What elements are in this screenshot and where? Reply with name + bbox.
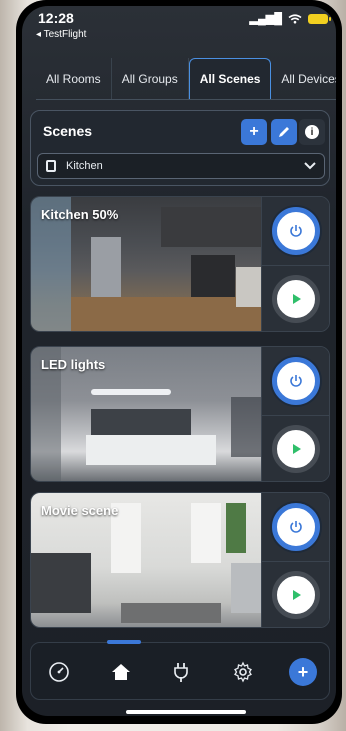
tab-all-groups[interactable]: All Groups <box>112 58 189 99</box>
edit-scenes-button[interactable] <box>271 119 297 145</box>
control-divider <box>262 415 329 416</box>
scene-controls <box>261 197 329 331</box>
scene-title: Movie scene <box>41 503 119 518</box>
info-button[interactable]: i <box>299 119 325 145</box>
plug-icon <box>174 663 188 682</box>
bottom-navigation: + <box>30 640 330 700</box>
nav-dashboard-button[interactable] <box>45 658 73 686</box>
power-button[interactable] <box>272 503 320 551</box>
play-scene-button[interactable] <box>272 571 320 619</box>
play-icon <box>293 590 301 600</box>
gauge-icon <box>49 662 69 682</box>
power-icon <box>290 375 302 387</box>
scene-title: LED lights <box>41 357 106 372</box>
power-button[interactable] <box>272 357 320 405</box>
scene-title: Kitchen 50% <box>41 207 119 222</box>
scene-controls <box>261 347 329 481</box>
scene-card[interactable]: LED lights <box>30 346 330 482</box>
home-icon <box>112 664 130 680</box>
tab-all-rooms[interactable]: All Rooms <box>36 58 112 99</box>
nav-devices-button[interactable] <box>167 658 195 686</box>
play-scene-button[interactable] <box>272 425 320 473</box>
nav-settings-button[interactable] <box>229 658 257 686</box>
power-button[interactable] <box>272 207 320 255</box>
info-icon: i <box>305 125 319 139</box>
scene-card[interactable]: Kitchen 50% <box>30 196 330 332</box>
add-scene-button[interactable]: + <box>241 119 267 145</box>
selected-room-label: Kitchen <box>66 160 103 172</box>
tab-all-devices[interactable]: All Devices <box>271 58 336 99</box>
signal-icon: ▂▄▆█ <box>249 13 282 25</box>
tab-all-scenes[interactable]: All Scenes <box>188 58 272 99</box>
add-icon: + <box>289 658 317 686</box>
power-icon <box>290 225 302 237</box>
phone-frame: 12:28 ◂ TestFlight ▂▄▆█ All Rooms All Gr… <box>16 0 342 724</box>
home-indicator[interactable] <box>126 710 246 714</box>
top-tab-bar: All Rooms All Groups All Scenes All Devi… <box>36 58 336 100</box>
active-tab-indicator <box>107 640 141 644</box>
status-time: 12:28 <box>38 10 74 26</box>
pencil-icon <box>279 127 289 137</box>
power-icon <box>290 521 302 533</box>
room-select-dropdown[interactable]: Kitchen <box>37 153 325 179</box>
status-bar: 12:28 ◂ TestFlight ▂▄▆█ <box>22 6 336 48</box>
status-icons: ▂▄▆█ <box>249 12 331 25</box>
play-icon <box>293 444 301 454</box>
chevron-down-icon <box>304 159 316 173</box>
nav-home-button[interactable] <box>107 658 135 686</box>
scene-controls <box>261 493 329 627</box>
control-divider <box>262 265 329 266</box>
play-icon <box>293 294 301 304</box>
gear-icon <box>234 661 252 683</box>
scenes-title: Scenes <box>43 123 93 139</box>
play-scene-button[interactable] <box>272 275 320 323</box>
nav-add-button[interactable]: + <box>289 658 317 686</box>
scene-card[interactable]: Movie scene <box>30 492 330 628</box>
door-icon <box>46 160 56 172</box>
app-screen: 12:28 ◂ TestFlight ▂▄▆█ All Rooms All Gr… <box>22 6 336 716</box>
control-divider <box>262 561 329 562</box>
wifi-icon <box>288 13 302 23</box>
back-to-app-link[interactable]: ◂ TestFlight <box>36 29 86 40</box>
battery-icon <box>308 13 331 24</box>
scenes-header-panel: Scenes + i Kitchen <box>30 110 330 186</box>
